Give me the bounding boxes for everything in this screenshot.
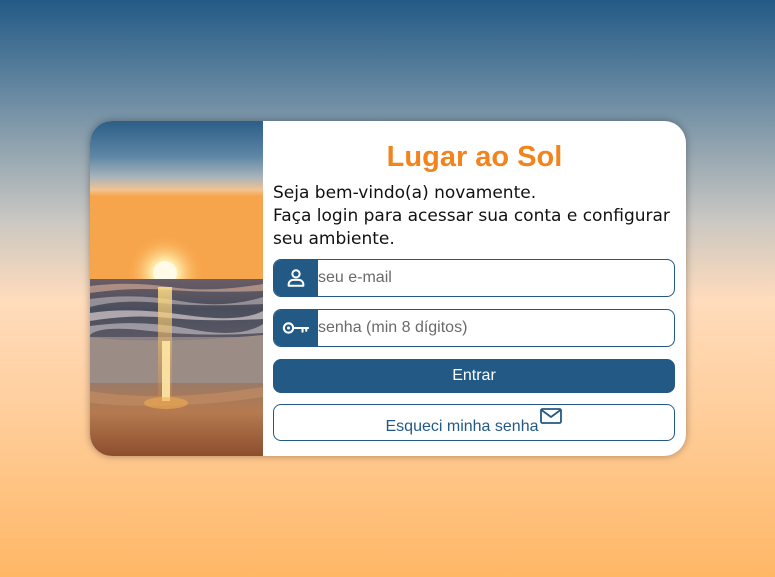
password-input[interactable] — [318, 310, 674, 346]
mail-icon — [540, 408, 563, 429]
welcome-line-1: Seja bem-vindo(a) novamente. — [273, 183, 537, 203]
login-panel: Lugar ao Sol Seja bem-vindo(a) novamente… — [263, 121, 686, 456]
welcome-line-2: Faça login para acessar sua conta e conf… — [273, 206, 670, 249]
login-card: Lugar ao Sol Seja bem-vindo(a) novamente… — [90, 121, 686, 456]
login-button[interactable]: Entrar — [273, 359, 675, 393]
email-input[interactable] — [318, 260, 674, 296]
password-field — [273, 309, 675, 347]
forgot-password-label: Esqueci minha senha — [385, 418, 539, 435]
user-icon — [274, 260, 318, 296]
app-title: Lugar ao Sol — [386, 141, 563, 173]
email-field — [273, 259, 675, 297]
welcome-message: Seja bem-vindo(a) novamente. Faça login … — [273, 182, 673, 251]
key-icon — [274, 310, 318, 346]
beach-sunset-image — [90, 121, 263, 456]
forgot-password-button[interactable]: Esqueci minha senha — [273, 404, 675, 441]
